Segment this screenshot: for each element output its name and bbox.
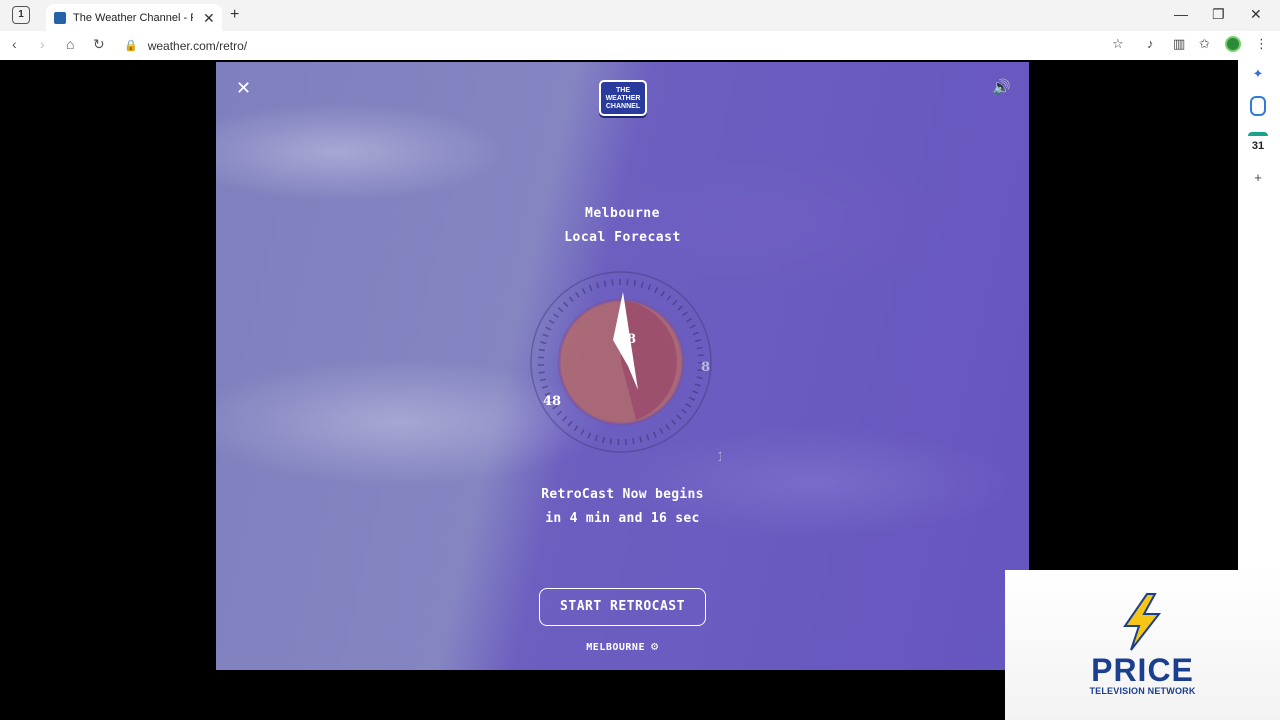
more-menu-icon[interactable]: ⋮ xyxy=(1255,36,1268,52)
close-icon[interactable]: ✕ xyxy=(236,78,251,99)
start-retrocast-button[interactable]: START RETROCAST xyxy=(539,588,706,626)
tab-close-icon[interactable]: ✕ xyxy=(203,11,215,25)
location-selector[interactable]: MELBOURNE ⚙ xyxy=(216,639,1029,653)
screen: 1 The Weather Channel - Retr ✕ + — ❐ ✕ ‹… xyxy=(0,0,1280,720)
dial-label-8: 8 xyxy=(701,360,710,375)
forecast-subtitle: Local Forecast xyxy=(564,230,681,245)
countdown-dial: 58 8 18 28 38 48 xyxy=(530,271,721,462)
profile-avatar[interactable] xyxy=(1225,36,1241,52)
tab-bar: 1 The Weather Channel - Retr ✕ + — ❐ ✕ xyxy=(0,0,1280,31)
tab-title: The Weather Channel - Retr xyxy=(73,11,193,24)
gear-icon[interactable]: ⚙ xyxy=(651,639,659,653)
price-tv-watermark: PRICE TELEVISION NETWORK xyxy=(1005,570,1280,720)
restore-icon[interactable]: ❐ xyxy=(1212,6,1225,23)
copilot-sparkle-icon[interactable]: ✦ xyxy=(1248,64,1268,84)
countdown-heading: RetroCast Now begins xyxy=(541,487,704,502)
music-note-icon[interactable]: ♪ xyxy=(1147,36,1154,51)
location-label: MELBOURNE xyxy=(586,642,645,653)
forward-icon[interactable]: › xyxy=(40,36,45,52)
dial-label-58: 58 xyxy=(618,332,636,347)
home-icon[interactable]: ⌂ xyxy=(66,36,74,52)
favorite-star-icon[interactable]: ☆ xyxy=(1112,36,1124,52)
weather-favicon-icon xyxy=(54,11,66,24)
tab-weather-channel[interactable]: The Weather Channel - Retr ✕ xyxy=(46,4,222,31)
retrocast-stage: ✕ THE WEATHER CHANNEL 🔊 Melbourne Local … xyxy=(216,62,1029,670)
back-icon[interactable]: ‹ xyxy=(12,36,17,52)
lightning-bolt-icon xyxy=(1123,593,1162,651)
site-info-icon[interactable]: 🔒 xyxy=(124,39,138,52)
dial-label-18: 18 xyxy=(717,450,721,462)
refresh-icon[interactable]: ↻ xyxy=(93,36,105,53)
split-screen-icon[interactable]: ▥ xyxy=(1173,36,1185,52)
toolbar: ‹ › ⌂ ↻ 🔒 weather.com/retro/ ☆ ♪ ▥ ✩ ⋮ xyxy=(0,31,1280,60)
address-bar[interactable]: 🔒 weather.com/retro/ xyxy=(118,34,1138,57)
url-text: weather.com/retro/ xyxy=(147,38,248,53)
city-name: Melbourne xyxy=(585,206,660,221)
favorites-icon[interactable]: ✩ xyxy=(1199,36,1210,52)
window-close-icon[interactable]: ✕ xyxy=(1250,6,1262,23)
watermark-name: PRICE xyxy=(1091,652,1194,688)
tab-actions-icon[interactable]: 1 xyxy=(12,6,30,24)
new-tab-icon[interactable]: + xyxy=(230,6,239,24)
watermark-subtitle: TELEVISION NETWORK xyxy=(1089,686,1196,696)
minimize-icon[interactable]: — xyxy=(1174,6,1188,22)
calendar-icon[interactable]: 31 xyxy=(1248,132,1268,152)
dial-label-48: 48 xyxy=(543,394,561,409)
weather-channel-logo: THE WEATHER CHANNEL xyxy=(599,80,647,116)
countdown-time: in 4 min and 16 sec xyxy=(545,511,700,526)
phone-icon[interactable] xyxy=(1250,96,1266,116)
add-sidebar-icon[interactable]: + xyxy=(1248,168,1268,188)
speaker-icon[interactable]: 🔊 xyxy=(992,78,1011,96)
